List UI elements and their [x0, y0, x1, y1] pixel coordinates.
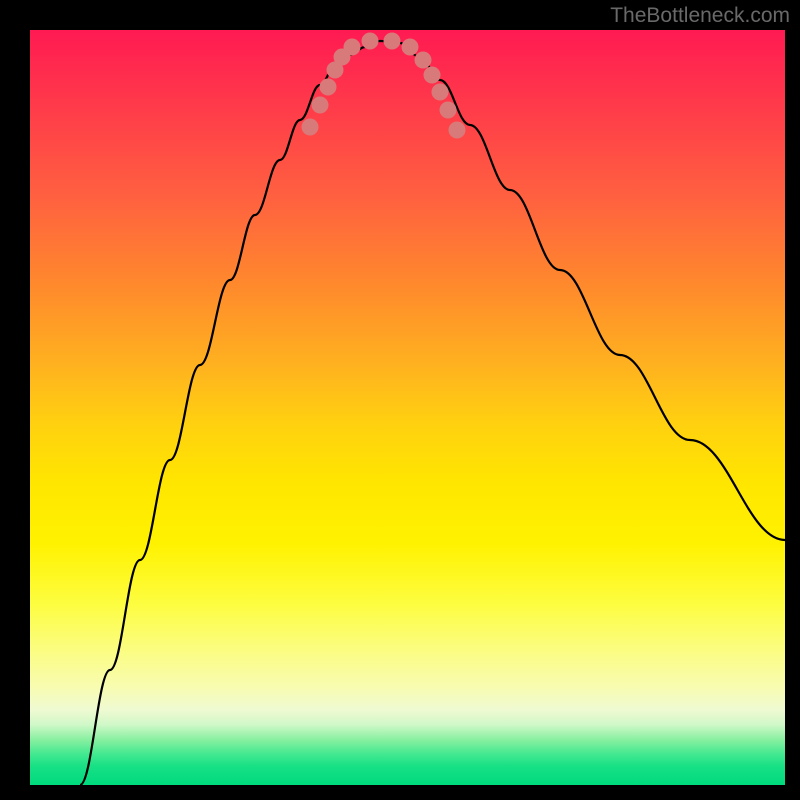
- marker-dot: [449, 122, 466, 139]
- marker-dot: [402, 39, 419, 56]
- marker-dot: [312, 97, 329, 114]
- marker-dot: [302, 119, 319, 136]
- marker-dot: [384, 33, 401, 50]
- plot-area: [30, 30, 785, 785]
- left-curve: [80, 41, 380, 785]
- watermark: TheBottleneck.com: [610, 4, 790, 28]
- right-curve: [380, 41, 785, 540]
- bottom-dots: [302, 33, 466, 139]
- marker-dot: [432, 84, 449, 101]
- marker-dot: [362, 33, 379, 50]
- marker-dot: [440, 102, 457, 119]
- marker-dot: [344, 39, 361, 56]
- chart-svg: [30, 30, 785, 785]
- marker-dot: [415, 52, 432, 69]
- marker-dot: [320, 79, 337, 96]
- marker-dot: [424, 67, 441, 84]
